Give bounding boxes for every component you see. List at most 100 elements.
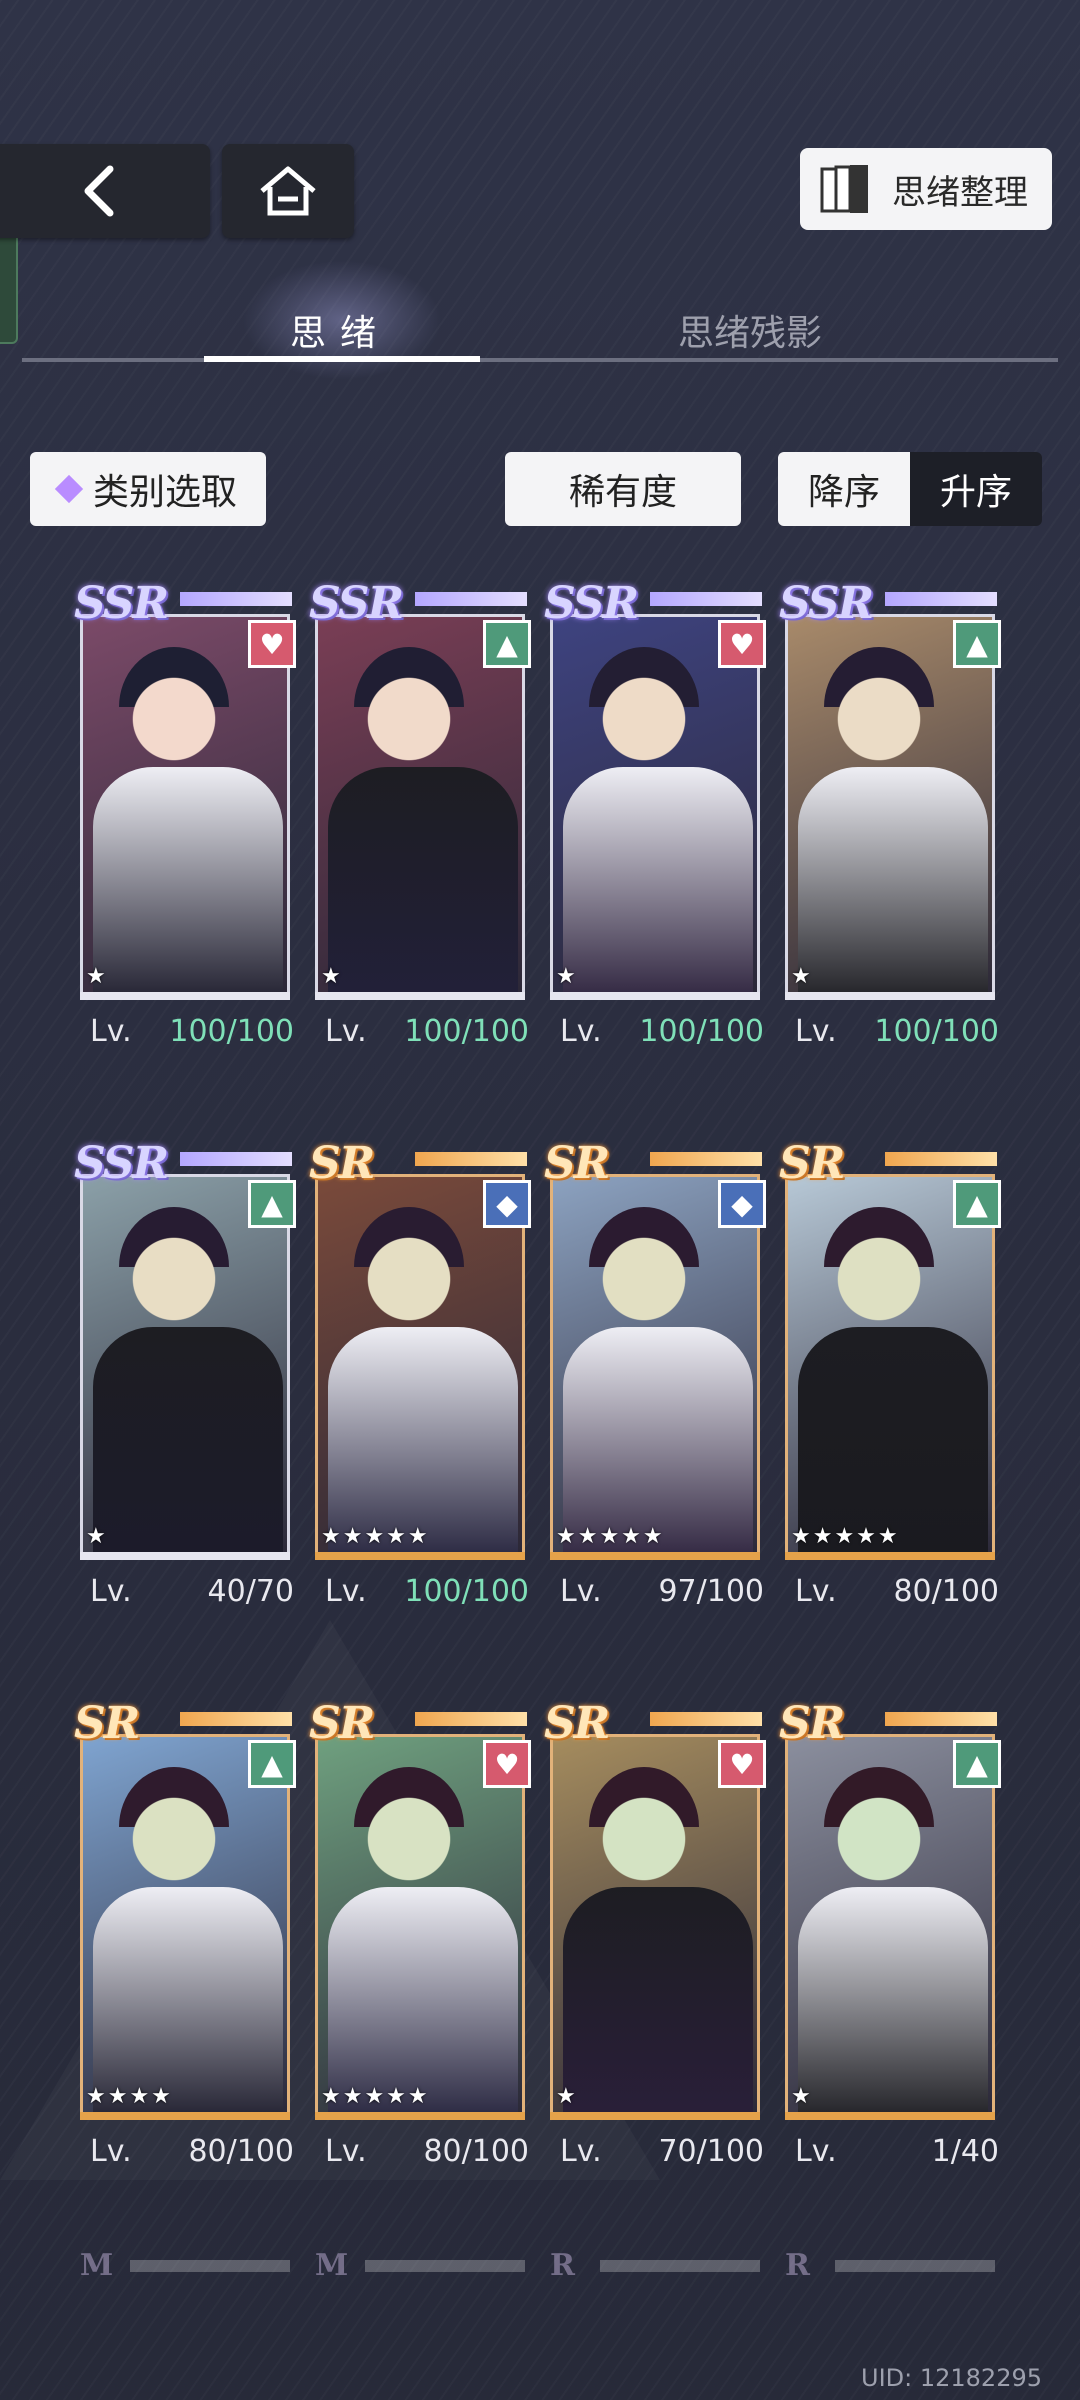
level-label: Lv. (795, 1574, 837, 1609)
level-label: Lv. (560, 1574, 602, 1609)
user-id: UID: 12182295 (861, 2364, 1042, 2392)
partial-card[interactable]: R (550, 2248, 760, 2283)
card-frame-bottom (315, 1552, 525, 1560)
level-label: Lv. (325, 1014, 367, 1049)
character-portrait (354, 1767, 464, 1887)
chevron-left-icon (84, 165, 114, 217)
character-portrait (354, 647, 464, 767)
rank-label: SSR (309, 578, 404, 629)
rank-bar (885, 1712, 997, 1726)
card-frame-bottom (315, 2112, 525, 2120)
diamond-badge-icon: ◆ (483, 1180, 531, 1228)
character-portrait (824, 1767, 934, 1887)
thought-card[interactable]: SSR ♥ ★ Lv. 100/100 (74, 578, 296, 1078)
level-label: Lv. (90, 1014, 132, 1049)
level-label: Lv. (325, 1574, 367, 1609)
card-frame-bottom (550, 992, 760, 1000)
partial-card[interactable]: M (80, 2248, 290, 2283)
thought-card[interactable]: SR ◆ ★★★★★ Lv. 97/100 (544, 1138, 766, 1638)
rank-label: SR (74, 1698, 140, 1749)
rank-label: SR (544, 1138, 610, 1189)
home-button[interactable] (222, 144, 354, 238)
triangle-badge-icon: ▲ (483, 620, 531, 668)
tab-thought-afterimages[interactable]: 思绪残影 (678, 304, 822, 356)
character-outfit (328, 767, 518, 995)
rank-bar (180, 1152, 292, 1166)
thought-card[interactable]: SR ♥ ★ Lv. 70/100 (544, 1698, 766, 2198)
thought-card[interactable]: SR ◆ ★★★★★ Lv. 100/100 (309, 1138, 531, 1638)
rank-label: M (80, 2248, 114, 2283)
level-value: 80/100 (893, 1574, 999, 1609)
level-value: 80/100 (188, 2134, 294, 2169)
rank-bar (885, 1152, 997, 1166)
level-value: 97/100 (658, 1574, 764, 1609)
partial-card[interactable]: R (785, 2248, 995, 2283)
thought-card[interactable]: SR ♥ ★★★★★ Lv. 80/100 (309, 1698, 531, 2198)
card-frame-bottom (80, 992, 290, 1000)
star-rating: ★★★★ (86, 2084, 173, 2109)
heart-badge-icon: ♥ (718, 620, 766, 668)
rank-bar (835, 2260, 995, 2272)
level-value: 1/40 (931, 2134, 999, 2169)
character-portrait (589, 1767, 699, 1887)
heart-badge-icon: ♥ (718, 1740, 766, 1788)
rank-label: SSR (544, 578, 639, 629)
card-frame-bottom (550, 1552, 760, 1560)
cards-stack-icon (820, 165, 868, 213)
card-artwork (550, 1174, 760, 1558)
card-artwork (785, 1734, 995, 2118)
character-portrait (824, 1207, 934, 1327)
card-artwork (315, 1734, 525, 2118)
rank-label: SR (779, 1138, 845, 1189)
card-artwork (785, 614, 995, 998)
rank-bar (650, 1712, 762, 1726)
card-artwork (80, 614, 290, 998)
level-value: 100/100 (639, 1014, 764, 1049)
thought-card[interactable]: SR ▲ ★★★★ Lv. 80/100 (74, 1698, 296, 2198)
thought-card[interactable]: SR ▲ ★ Lv. 1/40 (779, 1698, 1001, 2198)
rank-label: SR (779, 1698, 845, 1749)
thought-card[interactable]: SSR ▲ ★ Lv. 100/100 (779, 578, 1001, 1078)
order-ascending-button[interactable]: 升序 (910, 452, 1042, 526)
card-frame-bottom (785, 1552, 995, 1560)
card-frame-bottom (315, 992, 525, 1000)
thought-card[interactable]: SSR ▲ ★ Lv. 40/70 (74, 1138, 296, 1638)
heart-badge-icon: ♥ (483, 1740, 531, 1788)
character-portrait (589, 1207, 699, 1327)
character-outfit (563, 1887, 753, 2115)
organize-thoughts-label: 思绪整理 (892, 172, 1028, 213)
thought-card[interactable]: SSR ▲ ★ Lv. 100/100 (309, 578, 531, 1078)
home-icon (260, 166, 316, 216)
star-rating: ★ (86, 964, 108, 989)
rank-bar (885, 592, 997, 606)
partial-card[interactable]: M (315, 2248, 525, 2283)
star-rating: ★ (321, 964, 343, 989)
rank-label: M (315, 2248, 349, 2283)
card-artwork (80, 1174, 290, 1558)
tab-thoughts[interactable]: 思绪 (290, 304, 390, 356)
rank-bar (180, 592, 292, 606)
organize-thoughts-button[interactable]: 思绪整理 (800, 148, 1052, 230)
level-label: Lv. (90, 2134, 132, 2169)
triangle-badge-icon: ▲ (248, 1180, 296, 1228)
star-rating: ★★★★★ (556, 1524, 665, 1549)
character-portrait (354, 1207, 464, 1327)
order-descending-button[interactable]: 降序 (778, 452, 910, 526)
rarity-sort-label: 稀有度 (568, 472, 677, 513)
rank-bar (365, 2260, 525, 2272)
star-rating: ★★★★★ (791, 1524, 900, 1549)
rank-bar (180, 1712, 292, 1726)
level-value: 100/100 (169, 1014, 294, 1049)
sort-order-toggle: 降序 升序 (778, 452, 1042, 526)
rank-label: R (550, 2248, 575, 2283)
back-button[interactable] (0, 144, 210, 238)
rarity-sort-button[interactable]: 稀有度 (505, 452, 741, 526)
star-rating: ★★★★★ (321, 2084, 430, 2109)
rank-label: SR (309, 1138, 375, 1189)
category-filter-button[interactable]: 类别选取 (30, 452, 266, 526)
card-artwork (550, 1734, 760, 2118)
thought-card[interactable]: SSR ♥ ★ Lv. 100/100 (544, 578, 766, 1078)
thought-card[interactable]: SR ▲ ★★★★★ Lv. 80/100 (779, 1138, 1001, 1638)
character-outfit (798, 1887, 988, 2115)
rank-bar (415, 1152, 527, 1166)
